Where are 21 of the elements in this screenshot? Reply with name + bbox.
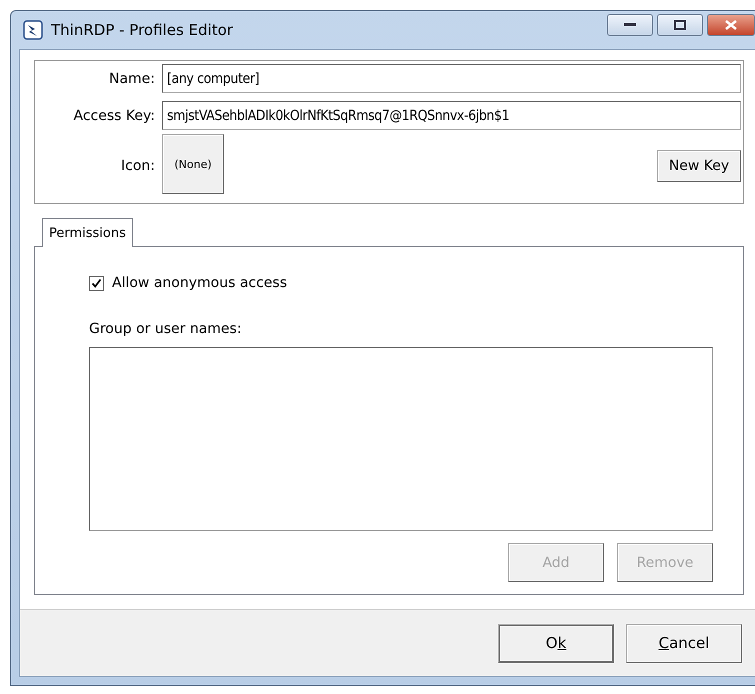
close-button[interactable]	[707, 14, 755, 36]
window-title: ThinRDP - Profiles Editor	[51, 21, 233, 39]
tab[interactable]: Permissions	[42, 218, 133, 247]
checkbox-label: Allow anonymous access	[112, 275, 287, 291]
name-label: Name:	[108, 70, 155, 86]
close-icon	[725, 20, 737, 30]
minimize-button[interactable]	[607, 14, 653, 36]
list-label: Group or user names:	[89, 321, 243, 337]
checkbox[interactable]	[89, 276, 104, 290]
new-key-button[interactable]: New Key	[657, 150, 741, 182]
access-key-field[interactable]: smjstVASehblADIk0kOlrNfKtSqRmsq7@1RQSnnvx-6jbn$1	[162, 101, 741, 130]
icon-button[interactable]: (None)	[162, 134, 224, 194]
maximize-icon	[674, 20, 686, 30]
dialog-button[interactable]: Cancel	[626, 624, 742, 662]
maximize-button[interactable]	[657, 14, 703, 36]
name-field[interactable]: [any computer]	[162, 64, 741, 93]
access-key-label: Access Key:	[72, 108, 155, 124]
minimize-icon	[624, 23, 636, 27]
icon-label: Icon:	[120, 158, 155, 174]
app-icon	[23, 20, 43, 40]
dialog-button[interactable]: Ok	[498, 624, 614, 662]
